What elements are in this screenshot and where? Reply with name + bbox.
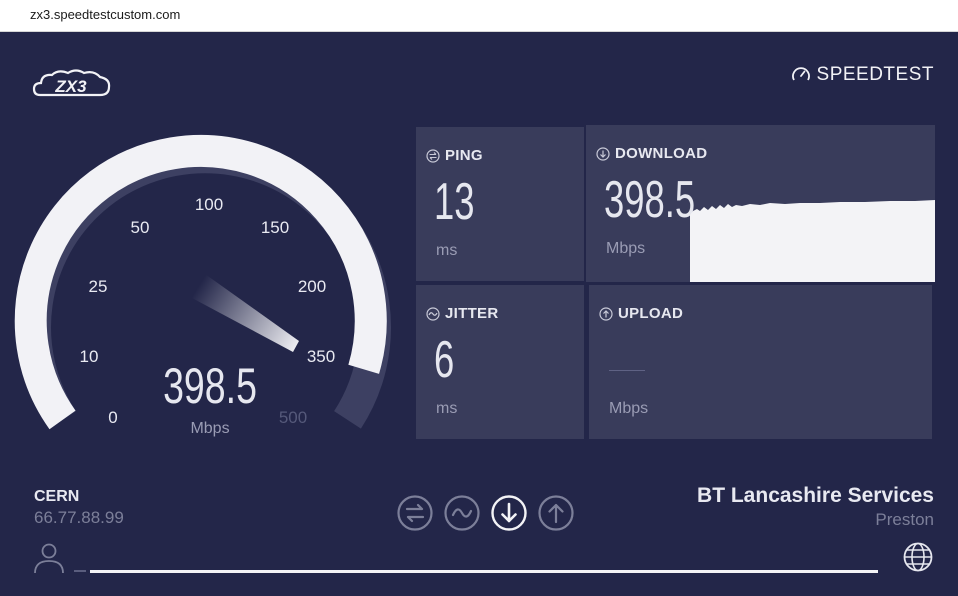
progress-track bbox=[74, 570, 86, 572]
download-icon[interactable] bbox=[490, 494, 528, 532]
upload-card: UPLOAD Mbps bbox=[589, 285, 932, 439]
speedtest-brand: SPEEDTEST bbox=[791, 64, 934, 86]
upload-icon[interactable] bbox=[537, 494, 575, 532]
server-location: Preston bbox=[875, 510, 934, 529]
speedometer-icon bbox=[791, 67, 810, 81]
brand-name: SPEEDTEST bbox=[816, 64, 934, 85]
ping-label: PING bbox=[445, 147, 483, 164]
download-speed-graph bbox=[690, 200, 935, 282]
gauge-speed-unit: Mbps bbox=[190, 420, 230, 437]
jitter-icon bbox=[426, 306, 440, 321]
server-sponsor[interactable]: BT Lancashire Services bbox=[697, 484, 934, 508]
jitter-value: 6 bbox=[434, 331, 455, 389]
zx3-logo: ZX3 bbox=[32, 67, 112, 99]
ping-card: PING 13 ms bbox=[416, 127, 584, 281]
test-mode-selector bbox=[396, 494, 575, 532]
jitter-label: JITTER bbox=[445, 305, 499, 322]
ping-unit: ms bbox=[436, 242, 458, 259]
upload-label: UPLOAD bbox=[618, 305, 684, 322]
gauge-tick-10: 10 bbox=[80, 347, 99, 366]
gauge-tick-150: 150 bbox=[261, 218, 289, 237]
ping-icon[interactable] bbox=[396, 494, 434, 532]
download-arrow-icon bbox=[596, 146, 610, 161]
speedtest-app: ZX3 SPEEDTEST 0 10 25 50 100 150 200 350… bbox=[0, 32, 958, 596]
zx3-cloud-icon: ZX3 bbox=[32, 69, 111, 97]
upload-placeholder-dash bbox=[609, 370, 645, 371]
download-value: 398.5 bbox=[604, 171, 696, 229]
url-text[interactable]: zx3.speedtestcustom.com bbox=[30, 7, 180, 22]
jitter-icon[interactable] bbox=[443, 494, 481, 532]
user-icon bbox=[34, 543, 64, 574]
browser-address-bar[interactable]: zx3.speedtestcustom.com bbox=[0, 0, 958, 32]
gauge-tick-350: 350 bbox=[307, 347, 335, 366]
gauge-needle bbox=[192, 274, 299, 352]
download-unit: Mbps bbox=[606, 240, 646, 257]
ping-value: 13 bbox=[434, 173, 475, 231]
server-info[interactable]: BT Lancashire Services Preston bbox=[697, 484, 934, 530]
gauge-tick-0: 0 bbox=[108, 408, 117, 427]
client-info: CERN 66.77.88.99 bbox=[34, 488, 124, 528]
test-progress-bar bbox=[74, 570, 894, 573]
gauge-speed-value: 398.5 bbox=[163, 358, 257, 414]
ping-icon bbox=[426, 148, 440, 163]
globe-icon[interactable] bbox=[902, 541, 934, 573]
download-card: DOWNLOAD 398.5 Mbps bbox=[586, 125, 935, 282]
gauge-tick-25: 25 bbox=[89, 277, 108, 296]
speed-gauge: 0 10 25 50 100 150 200 350 500 398.5 Mbp… bbox=[0, 112, 410, 452]
gauge-tick-200: 200 bbox=[298, 277, 326, 296]
upload-arrow-icon bbox=[599, 306, 613, 321]
gauge-tick-100: 100 bbox=[195, 195, 223, 214]
client-ip: 66.77.88.99 bbox=[34, 508, 124, 527]
progress-fill bbox=[90, 570, 878, 573]
client-isp: CERN bbox=[34, 488, 80, 505]
jitter-card: JITTER 6 ms bbox=[416, 285, 584, 439]
download-label: DOWNLOAD bbox=[615, 145, 708, 162]
gauge-tick-50: 50 bbox=[131, 218, 150, 237]
logo-text: ZX3 bbox=[54, 77, 87, 96]
upload-unit: Mbps bbox=[609, 400, 649, 417]
jitter-unit: ms bbox=[436, 400, 458, 417]
